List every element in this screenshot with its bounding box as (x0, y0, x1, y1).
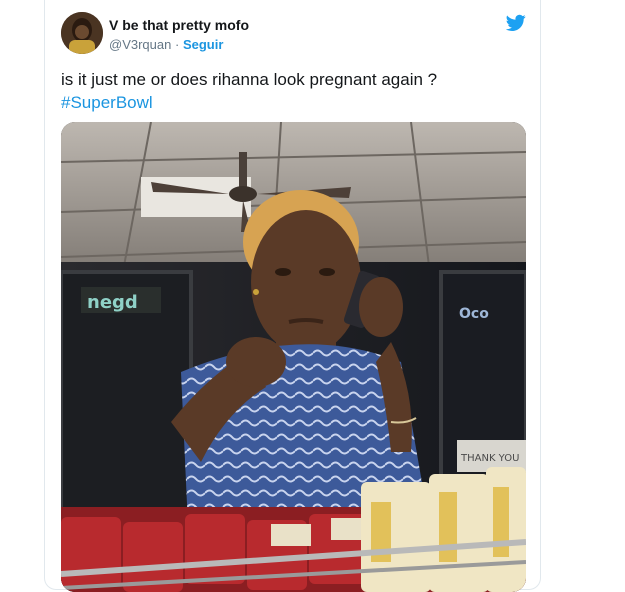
avatar-image (61, 12, 103, 54)
tweet-text: is it just me or does rihanna look pregn… (61, 68, 526, 114)
hashtag-link[interactable]: #SuperBowl (61, 91, 526, 114)
tweet-media[interactable]: negd Oco THANK YOU (61, 122, 526, 592)
author-avatar[interactable] (61, 12, 103, 54)
store-sign: negd (87, 292, 138, 313)
face (251, 210, 361, 354)
raised-hand (226, 337, 286, 387)
follow-button[interactable]: Seguir (183, 37, 223, 52)
author-name[interactable]: V be that pretty mofo (109, 17, 249, 33)
tweet-card: V be that pretty mofo @V3rquan · Seguir … (44, 0, 541, 592)
twitter-bird-icon[interactable] (506, 14, 526, 32)
counter-sign: THANK YOU (460, 453, 519, 464)
media-photo: negd Oco THANK YOU (61, 122, 526, 592)
author-handle[interactable]: @V3rquan (109, 37, 171, 52)
separator-dot: · (174, 37, 180, 52)
handle-row: @V3rquan · Seguir (109, 37, 223, 52)
tweet-body: is it just me or does rihanna look pregn… (61, 70, 438, 89)
window-sign: Oco (459, 306, 489, 322)
